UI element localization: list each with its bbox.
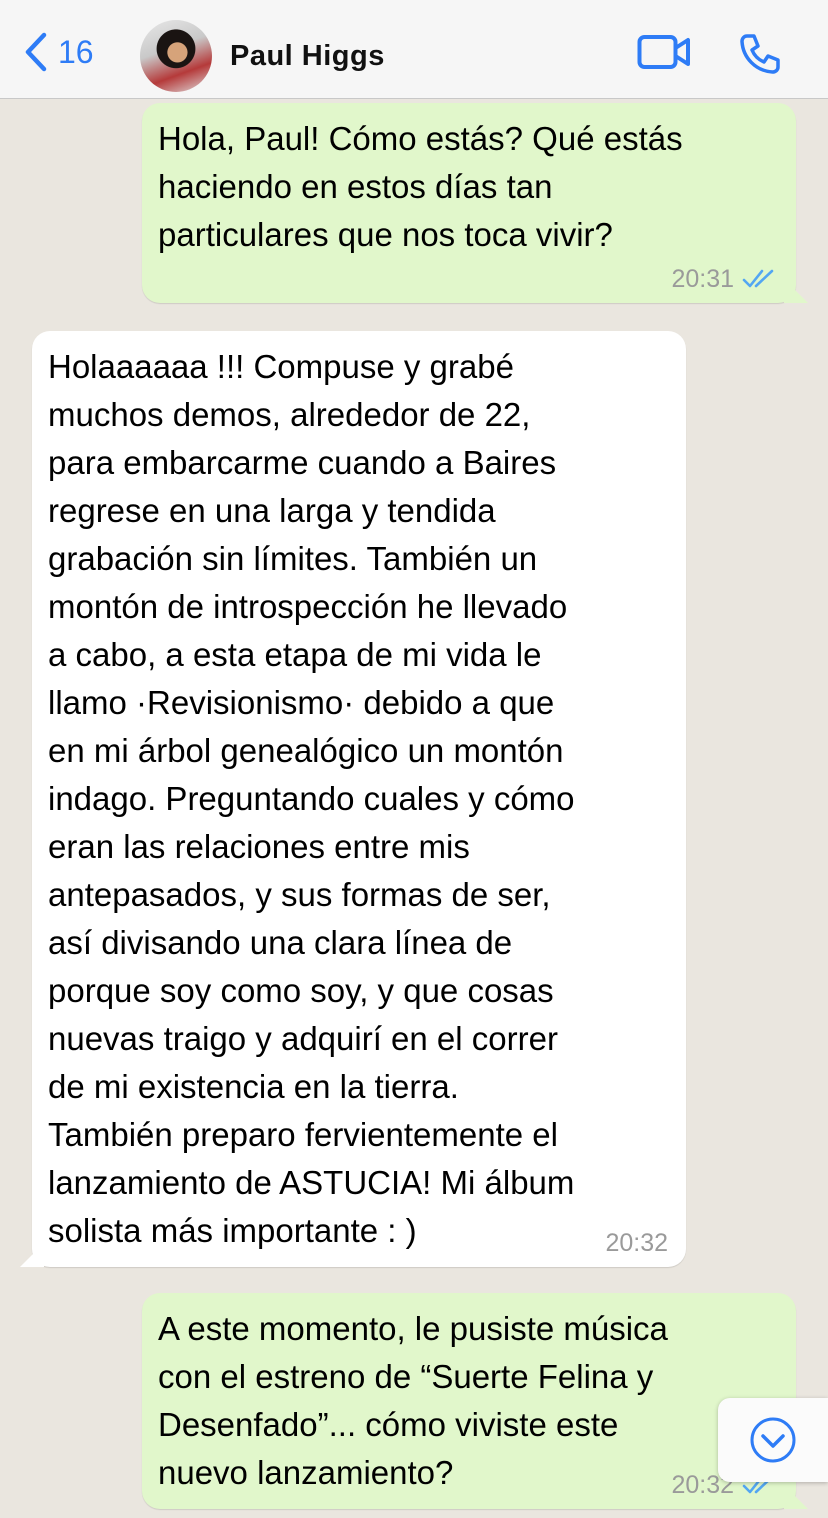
scroll-to-bottom-button[interactable]: [718, 1398, 828, 1482]
video-call-button[interactable]: [637, 34, 691, 75]
bubble-tail: [784, 279, 808, 303]
message-text: A este momento, le pusiste música con el…: [158, 1310, 668, 1491]
bubble-tail: [20, 1243, 44, 1267]
message-text: Holaaaaaa !!! Compuse y grabé muchos dem…: [48, 348, 575, 1249]
voice-call-button[interactable]: [738, 32, 782, 81]
unread-count: 16: [58, 34, 94, 70]
bubble-tail: [784, 1485, 808, 1509]
chevron-down-circle-icon: [750, 1417, 796, 1463]
phone-icon: [740, 34, 780, 74]
message-bubble-incoming[interactable]: Holaaaaaa !!! Compuse y grabé muchos dem…: [20, 331, 686, 1267]
video-camera-icon: [637, 35, 690, 69]
double-check-icon: [742, 269, 774, 288]
message-time: 20:31: [671, 265, 734, 293]
message-meta: 20:31: [671, 265, 778, 293]
message-bubble-outgoing[interactable]: A este momento, le pusiste música con el…: [142, 1293, 808, 1509]
message-meta: 20:32: [605, 1229, 668, 1257]
message-bubble-outgoing[interactable]: Hola, Paul! Cómo estás? Qué estás hacien…: [142, 103, 808, 303]
message-text: Hola, Paul! Cómo estás? Qué estás hacien…: [158, 120, 683, 253]
chat-header: 16 Paul Higgs: [0, 0, 828, 99]
contact-name[interactable]: Paul Higgs: [230, 38, 385, 74]
chevron-left-icon: [25, 32, 47, 72]
message-time: 20:32: [605, 1229, 668, 1257]
avatar[interactable]: [140, 20, 212, 92]
back-button[interactable]: 16: [24, 32, 94, 72]
